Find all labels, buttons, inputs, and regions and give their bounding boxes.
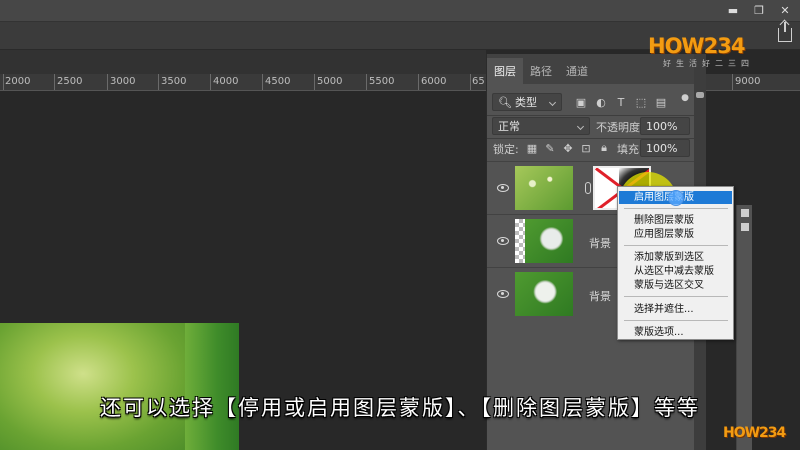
lock-position-icon[interactable]: ✥ bbox=[562, 142, 574, 155]
type-filter-icon[interactable]: T bbox=[615, 96, 627, 109]
smart-object-filter-icon[interactable]: ▤ bbox=[655, 96, 667, 109]
search-icon: 🔍︎ bbox=[498, 95, 512, 109]
blend-mode-value: 正常 bbox=[498, 120, 520, 133]
canvas-image-edge bbox=[185, 323, 239, 450]
visibility-eye-icon[interactable] bbox=[497, 237, 509, 245]
lock-image-icon[interactable]: ✎ bbox=[544, 142, 556, 155]
tab-paths[interactable]: 路径 bbox=[523, 58, 559, 84]
restore-button[interactable]: ❐ bbox=[746, 0, 772, 20]
minimize-button[interactable]: ▬ bbox=[720, 0, 746, 20]
layer-name: 背景 bbox=[589, 290, 611, 303]
ruler-label: 5500 bbox=[369, 76, 395, 87]
menu-item-intersect-mask-with-selection[interactable]: 蒙版与选区交叉 bbox=[619, 279, 732, 292]
menu-item-subtract-mask-from-selection[interactable]: 从选区中减去蒙版 bbox=[619, 265, 732, 278]
adjustment-filter-icon[interactable]: ◐ bbox=[595, 96, 607, 109]
filter-type-dropdown[interactable]: 🔍︎ 类型 bbox=[492, 93, 562, 111]
menu-item-mask-options[interactable]: 蒙版选项... bbox=[619, 326, 732, 339]
chevron-down-icon bbox=[548, 98, 557, 107]
link-chain-icon[interactable] bbox=[585, 182, 591, 194]
ruler-label: 3000 bbox=[110, 76, 136, 87]
layer-name: 背景 bbox=[589, 237, 611, 250]
visibility-eye-icon[interactable] bbox=[497, 290, 509, 298]
ruler-label: 6000 bbox=[421, 76, 447, 87]
fill-field[interactable]: 100% bbox=[640, 139, 690, 157]
panel-scroll-thumb[interactable] bbox=[696, 92, 704, 98]
fill-label: 填充: bbox=[617, 143, 643, 156]
menu-item-delete-layer-mask[interactable]: 删除图层蒙版 bbox=[619, 214, 732, 227]
watermark-slogan: 好生活好二三四 bbox=[663, 59, 754, 68]
filter-toggle-icon[interactable]: ● bbox=[679, 92, 691, 104]
ruler-label: 65 bbox=[472, 76, 485, 87]
lock-transparent-icon[interactable]: ▦ bbox=[526, 142, 538, 155]
dock-handle-icon[interactable] bbox=[741, 209, 749, 217]
filter-type-label: 类型 bbox=[514, 96, 537, 109]
mouse-cursor-indicator bbox=[668, 190, 684, 206]
layer-thumbnail bbox=[515, 166, 573, 210]
blend-row: 正常 不透明度: 100% bbox=[487, 114, 695, 138]
tab-channels[interactable]: 通道 bbox=[559, 58, 595, 84]
ruler-label: 5000 bbox=[317, 76, 343, 87]
lock-label: 锁定: bbox=[493, 143, 519, 156]
tab-layers[interactable]: 图层 bbox=[487, 58, 523, 84]
fill-value: 100% bbox=[646, 141, 678, 155]
opacity-label: 不透明度: bbox=[596, 121, 644, 134]
blend-mode-dropdown[interactable]: 正常 bbox=[492, 117, 590, 135]
context-menu: 启用图层蒙版 删除图层蒙版 应用图层蒙版 添加蒙版到选区 从选区中减去蒙版 蒙版… bbox=[617, 186, 734, 340]
ruler-label: 9000 bbox=[735, 76, 761, 87]
shape-filter-icon[interactable]: ⬚ bbox=[635, 96, 647, 109]
ruler-label: 3500 bbox=[161, 76, 187, 87]
subtitle-caption: 还可以选择【停用或启用图层蒙版】、【删除图层蒙版】等等 bbox=[100, 396, 700, 420]
app-title-bar: ▬ ❐ ✕ bbox=[0, 0, 800, 22]
lock-artboard-icon[interactable]: ⊡ bbox=[580, 142, 592, 155]
ruler-label: 2500 bbox=[57, 76, 83, 87]
ruler-label: 4000 bbox=[213, 76, 239, 87]
menu-item-add-mask-to-selection[interactable]: 添加蒙版到选区 bbox=[619, 251, 732, 264]
close-button[interactable]: ✕ bbox=[772, 0, 798, 20]
visibility-eye-icon[interactable] bbox=[497, 184, 509, 192]
chevron-down-icon bbox=[576, 122, 585, 131]
menu-item-apply-layer-mask[interactable]: 应用图层蒙版 bbox=[619, 228, 732, 241]
watermark-logo: HOW234 bbox=[648, 34, 745, 58]
opacity-field[interactable]: 100% bbox=[640, 117, 690, 135]
ruler-label: 2000 bbox=[5, 76, 31, 87]
layer-thumbnail bbox=[515, 272, 573, 316]
pixel-filter-icon[interactable]: ▣ bbox=[575, 96, 587, 109]
watermark-logo-bottom: HOW234 bbox=[723, 425, 786, 441]
menu-item-select-and-mask[interactable]: 选择并遮住... bbox=[619, 303, 732, 316]
lock-row: 锁定: ▦ ✎ ✥ ⊡ 🔒︎ 填充: 100% bbox=[487, 136, 695, 160]
layer-thumbnail bbox=[515, 219, 573, 263]
ruler-label: 4500 bbox=[265, 76, 291, 87]
canvas-image bbox=[0, 323, 185, 450]
document-tab-strip bbox=[0, 50, 486, 74]
window-controls: ▬ ❐ ✕ bbox=[720, 0, 798, 20]
lock-all-icon[interactable]: 🔒︎ bbox=[598, 141, 610, 154]
share-icon[interactable] bbox=[778, 22, 792, 42]
filter-row: 🔍︎ 类型 ▣ ◐ T ⬚ ▤ ● bbox=[487, 90, 695, 114]
dock-handle-icon[interactable] bbox=[741, 223, 749, 231]
opacity-value: 100% bbox=[646, 119, 678, 133]
